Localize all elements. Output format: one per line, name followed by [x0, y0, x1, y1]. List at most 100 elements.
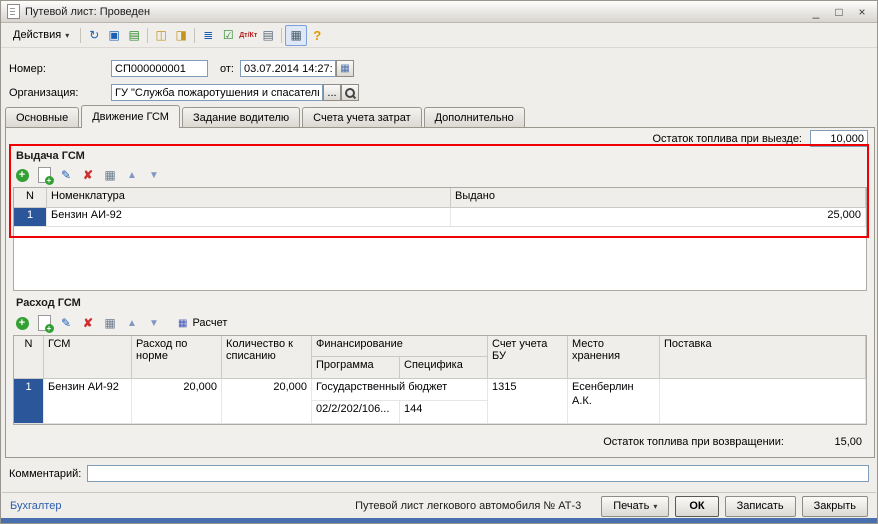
comment-input[interactable] [87, 465, 869, 482]
storage-cell: Есенберлин А.К. [568, 379, 660, 423]
delete-row-button[interactable]: ✘ [79, 314, 97, 332]
save-icon[interactable]: ▣ [104, 26, 124, 45]
specifics-cell: 144 [400, 401, 488, 423]
maximize-button[interactable]: □ [830, 4, 848, 20]
comment-row: Комментарий: [9, 465, 869, 482]
organization-label: Организация: [9, 87, 111, 99]
add-row-button[interactable]: + [13, 314, 31, 332]
organization-input[interactable] [111, 84, 323, 101]
close-button[interactable]: Закрыть [802, 496, 868, 517]
tab-dopolnitelno[interactable]: Дополнительно [424, 107, 525, 127]
document-icon [7, 4, 20, 19]
number-input[interactable] [111, 60, 208, 77]
window-title: Путевой лист: Проведен [25, 6, 802, 18]
consumption-section-title: Расход ГСМ [16, 297, 81, 309]
issue-toolbar: + + ✎ ✘ ▦ ▲ ▼ [13, 165, 163, 185]
save-button[interactable]: Записать [725, 496, 796, 517]
add-copy-row-button[interactable]: + [35, 166, 53, 184]
end-edit-button[interactable]: ▦ [101, 166, 119, 184]
column-header-nomenclature: Номенклатура [47, 188, 451, 207]
print-button[interactable]: Печать ▾ [601, 496, 669, 517]
close-button[interactable]: × [853, 4, 871, 20]
based-on-icon[interactable]: ◨ [171, 26, 191, 45]
add-row-button[interactable]: + [13, 166, 31, 184]
copy-icon[interactable]: ◫ [151, 26, 171, 45]
post-icon[interactable]: ▤ [124, 26, 144, 45]
actions-menu-button[interactable]: Действия ▾ [5, 25, 77, 45]
date-label: от: [220, 63, 234, 75]
help-icon[interactable]: ? [307, 26, 327, 45]
plus-icon: + [16, 169, 29, 182]
toolbar-separator [147, 28, 148, 43]
calc-button[interactable]: ▦ Расчет [171, 314, 234, 332]
main-toolbar: Действия ▾ ↻ ▣ ▤ ◫ ◨ ≣ ☑ Дт/Кт ▤ ▦ ? [1, 23, 877, 48]
journal-icon[interactable]: ▤ [258, 26, 278, 45]
checklist-icon[interactable]: ☑ [218, 26, 238, 45]
dtkt-icon[interactable]: Дт/Кт [238, 26, 258, 45]
issue-table: N Номенклатура Выдано 1 Бензин АИ-92 25,… [13, 187, 867, 291]
footer: Бухгалтер Путевой лист легкового автомоб… [2, 492, 876, 519]
tab-osnovnye[interactable]: Основные [5, 107, 79, 127]
caret-down-icon: ▾ [653, 502, 657, 511]
gsm-cell: Бензин АИ-92 [44, 379, 132, 423]
table-row[interactable]: 1 Бензин АИ-92 25,000 [14, 208, 866, 227]
calendar-button[interactable]: ▦ [336, 60, 354, 77]
financing-cell: Государственный бюджет 02/2/202/106... 1… [312, 379, 488, 423]
org-ellipsis-button[interactable]: ... [323, 84, 341, 101]
column-header-n: N [14, 336, 44, 378]
column-header-supply: Поставка [660, 336, 866, 378]
end-edit-button[interactable]: ▦ [101, 314, 119, 332]
row-number-cell: 1 [14, 208, 47, 226]
organization-row: Организация: ... [9, 83, 869, 102]
delete-row-button[interactable]: ✘ [79, 166, 97, 184]
user-role-link[interactable]: Бухгалтер [10, 500, 61, 512]
calc-label: Расчет [192, 317, 227, 329]
fuel-out-input[interactable] [810, 130, 868, 147]
supply-cell [660, 379, 866, 423]
calendar-icon: ▦ [340, 63, 349, 74]
column-header-financing-group: Финансирование Программа Специфика [312, 336, 488, 378]
column-header-specifics: Специфика [400, 357, 488, 378]
report-toggle-icon[interactable]: ▦ [285, 25, 307, 46]
program-cell: 02/2/202/106... [312, 401, 400, 423]
column-header-issued: Выдано [451, 188, 866, 207]
consumption-toolbar: + + ✎ ✘ ▦ ▲ ▼ ▦ Расчет [13, 313, 234, 333]
subordination-icon[interactable]: ≣ [198, 26, 218, 45]
fuel-return-row: Остаток топлива при возвращении: 15,00 [603, 436, 862, 448]
consumption-table: N ГСМ Расход по норме Количество к списа… [13, 335, 867, 425]
number-label: Номер: [9, 63, 111, 75]
add-copy-row-button[interactable]: + [35, 314, 53, 332]
document-caption: Путевой лист легкового автомобиля № АТ-3 [355, 500, 581, 512]
magnifier-icon [344, 87, 356, 99]
copy-sheet-icon: + [38, 167, 51, 183]
date-input[interactable] [240, 60, 336, 77]
column-header-n: N [14, 188, 47, 207]
edit-row-button[interactable]: ✎ [57, 314, 75, 332]
edit-row-button[interactable]: ✎ [57, 166, 75, 184]
move-up-button[interactable]: ▲ [123, 314, 141, 332]
toolbar-separator [281, 28, 282, 43]
table-row[interactable]: 1 Бензин АИ-92 20,000 20,000 Государстве… [14, 379, 866, 424]
row-number-cell: 1 [14, 379, 44, 423]
minimize-button[interactable]: _ [807, 4, 825, 20]
nomenclature-cell: Бензин АИ-92 [47, 208, 451, 226]
plus-icon: + [16, 317, 29, 330]
account-cell: 1315 [488, 379, 568, 423]
move-down-button[interactable]: ▼ [145, 314, 163, 332]
ok-button[interactable]: ОК [675, 496, 718, 517]
tab-zadanie[interactable]: Задание водителю [182, 107, 300, 127]
toolbar-separator [80, 28, 81, 43]
org-lookup-button[interactable] [341, 84, 359, 101]
refresh-icon[interactable]: ↻ [84, 26, 104, 45]
number-row: Номер: от: ▦ [9, 59, 869, 78]
budget-cell: Государственный бюджет [312, 379, 488, 401]
move-down-button[interactable]: ▼ [145, 166, 163, 184]
column-header-account: Счет учета БУ [488, 336, 568, 378]
titlebar[interactable]: Путевой лист: Проведен _ □ × [1, 1, 877, 23]
tab-scheta-zatrat[interactable]: Счета учета затрат [302, 107, 421, 127]
tab-dvizhenie-gsm[interactable]: Движение ГСМ [81, 105, 180, 128]
tab-panel-gsm: Остаток топлива при выезде: Выдача ГСМ +… [5, 127, 875, 458]
move-up-button[interactable]: ▲ [123, 166, 141, 184]
column-header-writeoff: Количество к списанию [222, 336, 312, 378]
fuel-return-value: 15,00 [814, 436, 862, 448]
